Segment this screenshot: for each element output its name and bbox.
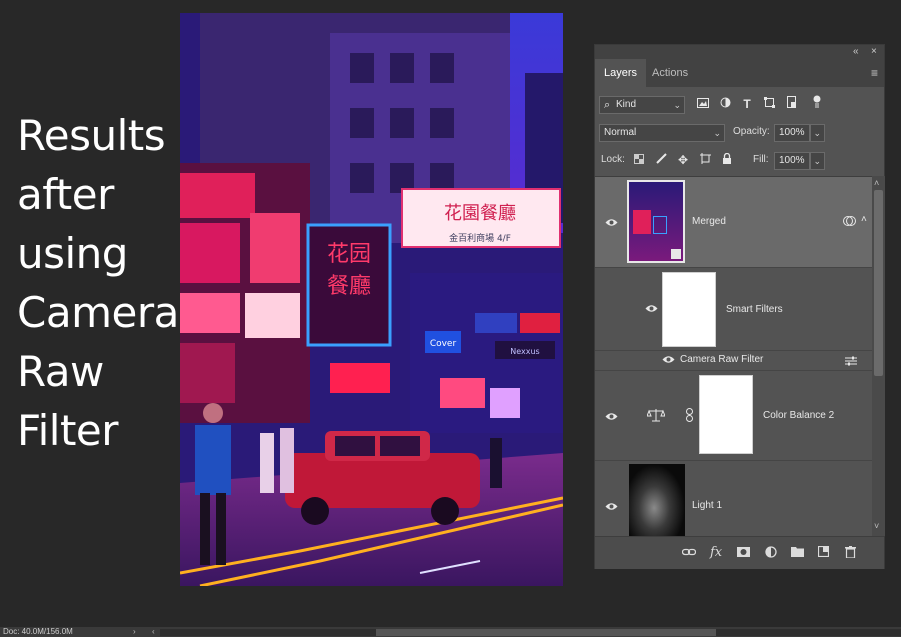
collapse-panel-icon[interactable]: « bbox=[853, 45, 859, 59]
layer-row-merged[interactable]: Merged ˄ bbox=[595, 177, 872, 268]
visibility-eye-icon[interactable] bbox=[645, 303, 658, 315]
add-mask-icon[interactable] bbox=[737, 546, 750, 560]
sign-top-text: 花园 bbox=[327, 242, 371, 267]
caption-line-2: after bbox=[17, 170, 114, 219]
opacity-value: 100% bbox=[779, 127, 805, 138]
opacity-input[interactable]: 100% bbox=[774, 124, 810, 142]
close-panel-icon[interactable]: × bbox=[871, 45, 877, 59]
layers-panel: « × Layers Actions ≡ ⌕ Kind ⌄ T Normal ⌄… bbox=[594, 44, 885, 569]
adjustment-filter-icon[interactable] bbox=[718, 95, 732, 113]
expand-filters-chevron-icon[interactable]: ˄ bbox=[861, 215, 867, 225]
scroll-down-arrow-icon[interactable]: ˅ bbox=[874, 522, 879, 531]
smart-filter-indicator-icon[interactable] bbox=[843, 214, 856, 232]
layer-thumbnail-light-1 bbox=[629, 464, 685, 537]
scroll-left-arrow-icon[interactable]: ‹ bbox=[152, 626, 155, 637]
new-adjustment-icon[interactable] bbox=[765, 546, 777, 561]
layer-name[interactable]: Light 1 bbox=[692, 500, 722, 512]
lock-label: Lock: bbox=[601, 154, 625, 165]
lock-transparency-icon[interactable] bbox=[633, 151, 645, 169]
fill-dropdown[interactable]: ⌄ bbox=[810, 152, 825, 170]
banner-subtext: 金百利商場 4/F bbox=[449, 232, 511, 244]
banner-text: 花園餐廳 bbox=[444, 203, 516, 224]
caption-line-5: Raw bbox=[17, 347, 104, 396]
layers-list: Merged ˄ Smart Filters Camera Raw Filter bbox=[595, 176, 872, 537]
smart-object-badge-icon bbox=[671, 249, 681, 259]
lock-pixels-icon[interactable] bbox=[655, 151, 667, 169]
type-filter-icon[interactable]: T bbox=[740, 95, 754, 113]
fill-input[interactable]: 100% bbox=[774, 152, 810, 170]
status-menu-arrow-icon[interactable]: › bbox=[133, 626, 136, 637]
mask-link-icon[interactable] bbox=[686, 408, 693, 427]
panel-topbar: « × bbox=[595, 45, 884, 59]
nexxus-sign-text: Nexxus bbox=[510, 347, 539, 356]
blend-row: Normal ⌄ Opacity: 100% ⌄ bbox=[595, 123, 884, 143]
filter-row-camera-raw[interactable]: Camera Raw Filter bbox=[595, 350, 872, 371]
blend-mode-select[interactable]: Normal ⌄ bbox=[599, 124, 725, 142]
layers-bottom-toolbar: fx bbox=[595, 536, 884, 569]
caption-line-4: Camera bbox=[17, 288, 179, 337]
canvas-photo[interactable]: 花园 餐廳 花園餐廳 金百利商場 4/F Cover Nexxus bbox=[180, 13, 563, 586]
chevron-down-icon: ⌄ bbox=[813, 128, 821, 138]
sign-bottom-text: 餐廳 bbox=[327, 274, 371, 299]
horizontal-scrollbar[interactable]: ‹ bbox=[152, 627, 901, 636]
filter-kind-select[interactable]: ⌕ Kind ⌄ bbox=[599, 96, 685, 114]
layer-row-light-1[interactable]: Light 1 bbox=[595, 460, 872, 537]
lock-row: Lock: ✥ Fill: 100% ⌄ bbox=[595, 151, 884, 171]
layer-row-color-balance-2[interactable]: Color Balance 2 bbox=[595, 370, 872, 461]
visibility-eye-icon[interactable] bbox=[662, 354, 675, 366]
tab-actions[interactable]: Actions bbox=[643, 59, 697, 87]
opacity-dropdown[interactable]: ⌄ bbox=[810, 124, 825, 142]
filter-blending-options-icon[interactable] bbox=[845, 353, 857, 371]
caption-line-3: using bbox=[17, 229, 128, 278]
layer-row-smart-filters[interactable]: Smart Filters bbox=[595, 267, 872, 351]
panel-tabs: Layers Actions ≡ bbox=[595, 59, 884, 87]
filter-kind-label: Kind bbox=[616, 99, 637, 110]
lock-artboard-icon[interactable] bbox=[699, 151, 711, 169]
layer-name[interactable]: Smart Filters bbox=[726, 304, 783, 316]
fill-label: Fill: bbox=[753, 154, 769, 165]
chevron-down-icon: ⌄ bbox=[713, 128, 721, 138]
street-scene-illustration: 花园 餐廳 花園餐廳 金百利商場 4/F Cover Nexxus bbox=[180, 13, 563, 586]
fx-icon[interactable]: fx bbox=[710, 546, 722, 560]
search-icon: ⌕ bbox=[604, 99, 611, 111]
filter-toggle-icon[interactable] bbox=[812, 95, 822, 114]
layer-mask-thumbnail[interactable] bbox=[699, 375, 753, 454]
new-layer-icon[interactable] bbox=[817, 545, 830, 560]
doc-size-readout[interactable]: Doc: 40.0M/156.0M bbox=[3, 626, 73, 637]
chevron-down-icon: ⌄ bbox=[813, 156, 821, 166]
smart-filter-mask-thumbnail bbox=[662, 272, 716, 347]
lock-all-icon[interactable] bbox=[721, 151, 733, 169]
caption-line-1: Results bbox=[17, 111, 166, 160]
filter-row: ⌕ Kind ⌄ T bbox=[595, 95, 884, 115]
color-balance-scale-icon bbox=[646, 408, 666, 427]
link-layers-icon[interactable] bbox=[681, 546, 697, 560]
layer-name[interactable]: Color Balance 2 bbox=[763, 410, 834, 422]
visibility-eye-icon[interactable] bbox=[605, 501, 618, 513]
caption-line-6: Filter bbox=[17, 406, 119, 455]
horizontal-scrollbar-thumb[interactable] bbox=[376, 629, 716, 636]
scrollbar-thumb[interactable] bbox=[874, 190, 883, 376]
layer-thumbnail-merged bbox=[627, 180, 685, 263]
tab-layers[interactable]: Layers bbox=[595, 59, 647, 87]
panel-menu-icon[interactable]: ≡ bbox=[871, 67, 878, 79]
opacity-label: Opacity: bbox=[733, 126, 770, 137]
lock-position-icon[interactable]: ✥ bbox=[677, 151, 689, 169]
caption-text: Results after using Camera Raw Filter bbox=[17, 106, 179, 460]
shape-filter-icon[interactable] bbox=[762, 95, 776, 113]
fill-value: 100% bbox=[779, 155, 805, 166]
visibility-eye-icon[interactable] bbox=[605, 411, 618, 423]
chevron-down-icon: ⌄ bbox=[673, 100, 681, 110]
cover-sign-text: Cover bbox=[430, 339, 457, 349]
layers-scrollbar[interactable]: ˄ ˅ bbox=[872, 176, 885, 536]
new-group-icon[interactable] bbox=[791, 546, 804, 560]
image-filter-icon[interactable] bbox=[696, 95, 710, 113]
filter-name[interactable]: Camera Raw Filter bbox=[680, 354, 763, 366]
status-bar: Doc: 40.0M/156.0M › ‹ bbox=[0, 627, 901, 637]
smart-object-filter-icon[interactable] bbox=[784, 95, 798, 113]
delete-layer-icon[interactable] bbox=[845, 546, 856, 561]
layer-name[interactable]: Merged bbox=[692, 216, 726, 228]
visibility-eye-icon[interactable] bbox=[605, 217, 618, 229]
blend-mode-value: Normal bbox=[604, 127, 637, 138]
scroll-up-arrow-icon[interactable]: ˄ bbox=[874, 179, 879, 188]
